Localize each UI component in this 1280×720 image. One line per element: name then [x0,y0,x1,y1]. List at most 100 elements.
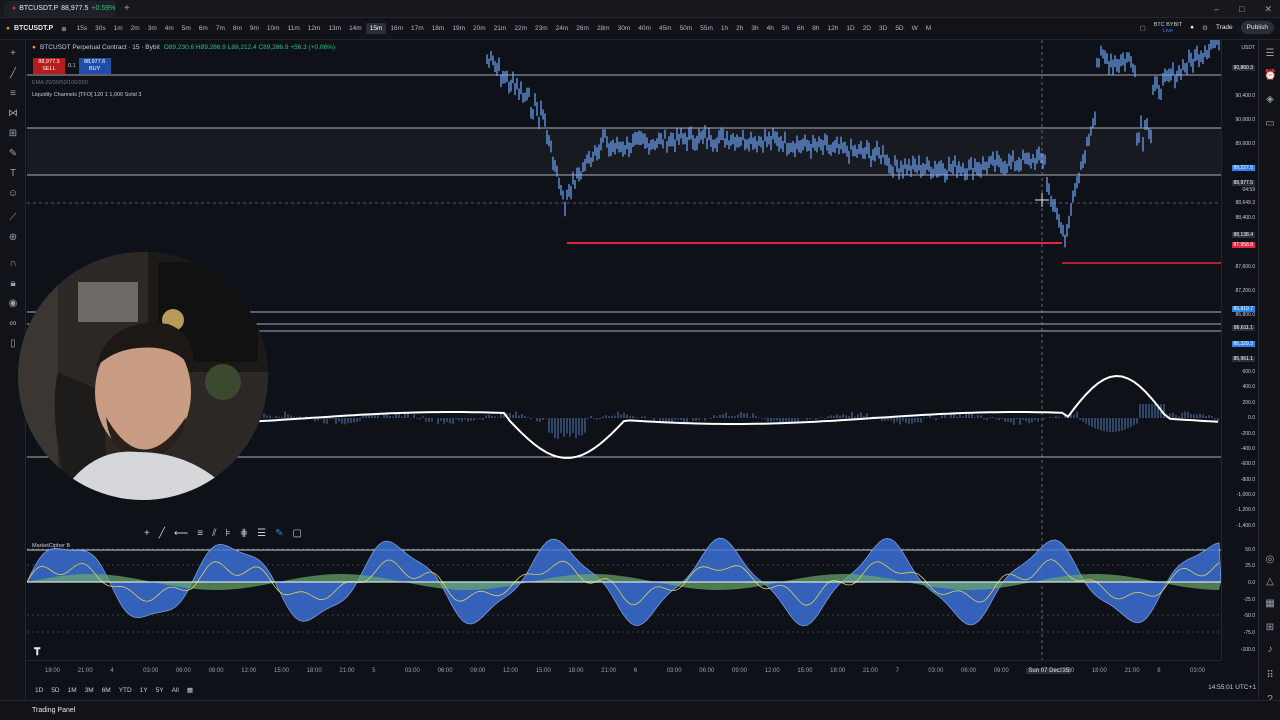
link-icon[interactable]: ∞ [7,318,19,330]
timeframe-3D[interactable]: 3D [875,23,891,34]
account-icon[interactable]: ● [1190,24,1194,31]
timeframe-8h[interactable]: 8h [808,23,823,34]
line-tool-icon[interactable]: ╱ [159,528,165,539]
trade-button[interactable]: Trade [1216,24,1233,31]
timeframe-50m[interactable]: 50m [676,23,697,34]
chat-icon[interactable]: ▭ [1264,118,1276,130]
range-1D[interactable]: 1D [35,687,43,694]
timeframe-5h[interactable]: 5h [778,23,793,34]
timeframe-2h[interactable]: 2h [732,23,747,34]
timeframe-22m[interactable]: 22m [510,23,531,34]
trash-icon[interactable]: ▯ [7,338,19,350]
currency-label[interactable]: USDT [1241,45,1255,51]
indicator-mcb[interactable]: MarketCipher B [32,543,70,549]
timeframe-17m[interactable]: 17m [407,23,428,34]
timeframe-45m[interactable]: 45m [655,23,676,34]
timeframe-1h[interactable]: 1h [717,23,732,34]
watchlist-icon[interactable]: ☰ [1264,48,1276,60]
maximize-button[interactable]: □ [1239,0,1244,18]
timeframe-2m[interactable]: 2m [127,23,144,34]
timeframe-4h[interactable]: 4h [763,23,778,34]
crosshair-icon[interactable]: + [7,48,19,60]
timeframe-28m[interactable]: 28m [593,23,614,34]
timeframe-4m[interactable]: 4m [161,23,178,34]
zoom-icon[interactable]: ⊕ [7,232,19,244]
new-tab-icon[interactable]: + [124,3,130,14]
gann-tool-icon[interactable]: ⋕ [240,528,248,539]
timeframe-6h[interactable]: 6h [793,23,808,34]
range-5D[interactable]: 5D [51,687,59,694]
timeframe-18m[interactable]: 18m [428,23,449,34]
timeframe-12m[interactable]: 12m [304,23,325,34]
timeframe-6m[interactable]: 6m [195,23,212,34]
range-1Y[interactable]: 1Y [140,687,148,694]
range-6M[interactable]: 6M [102,687,111,694]
timeframe-8m[interactable]: 8m [229,23,246,34]
timeframe-23m[interactable]: 23m [531,23,552,34]
timeframe-5m[interactable]: 5m [178,23,195,34]
layers-icon[interactable]: ◈ [1264,94,1276,106]
timeframe-14m[interactable]: 14m [345,23,366,34]
range-3M[interactable]: 3M [85,687,94,694]
timeframe-15s[interactable]: 15s [73,23,91,34]
publish-button[interactable]: Publish [1240,21,1274,34]
grid-icon[interactable]: ⊞ [1264,622,1276,634]
indicator-ema[interactable]: EMA 20/30/50/100/200 [32,80,88,86]
timeframe-M[interactable]: M [922,23,935,34]
tradingview-logo-icon[interactable]: 𝐓 [34,647,40,658]
date-range-icon[interactable]: ▦ [187,686,193,694]
range-5Y[interactable]: 5Y [156,687,164,694]
trading-panel[interactable]: Trading Panel [0,700,1280,720]
cross-tool-icon[interactable]: + [144,528,150,539]
triangle-icon[interactable]: △ [1264,576,1276,588]
timeframe-16m[interactable]: 16m [386,23,407,34]
timeframe-10m[interactable]: 10m [263,23,284,34]
sell-button[interactable]: 88,977.5 SELL [33,58,65,74]
minimize-button[interactable]: – [1214,0,1219,18]
pattern-icon[interactable]: ⋈ [7,108,19,120]
timeframe-2D[interactable]: 2D [859,23,875,34]
pattern-tool-icon[interactable]: ☰ [257,528,266,539]
price-scale[interactable]: 90,860.3 90,400.0 90,000.0 89,600.0 89,227.5… [1221,40,1258,660]
timeframe-15m[interactable]: 15m [365,23,387,34]
exchange-selector[interactable]: BTC BYBIT Live [1154,22,1182,34]
eye-icon[interactable]: ◉ [7,298,19,310]
alerts-icon[interactable]: ⏰ [1264,70,1276,82]
time-axis[interactable]: 18:00 21:00 4 03:00 06:00 09:00 12:00 15:00 18:0… [27,660,1221,680]
timeframe-19m[interactable]: 19m [448,23,469,34]
indicator-liquidity[interactable]: Liquidity Channels [TFO] 120 1 1,000 Sol… [32,92,141,98]
text-icon[interactable]: T [7,168,19,180]
timeframe-11m[interactable]: 11m [284,23,304,34]
timeframe-3m[interactable]: 3m [144,23,161,34]
timeframe-12h[interactable]: 12h [824,23,843,34]
timeframe-55m[interactable]: 55m [696,23,717,34]
emoji-icon[interactable]: ☺ [7,188,19,200]
browser-tab[interactable]: ● BTCUSDT.P 88,977.5 +0.59% ✕ [4,0,116,17]
timeframe-1m[interactable]: 1m [110,23,127,34]
timeframe-7m[interactable]: 7m [212,23,229,34]
trendline-icon[interactable]: ╱ [7,68,19,80]
add-symbol-icon[interactable]: ⊕ [61,25,66,33]
timeframe-30s[interactable]: 30s [91,23,109,34]
ruler-icon[interactable]: ⟋ [7,212,19,224]
ray-tool-icon[interactable]: ⟵ [174,528,188,539]
projection-icon[interactable]: ⊞ [7,128,19,140]
calendar-icon[interactable]: ▦ [1264,598,1276,610]
brush-tool-icon[interactable]: ✎ [275,528,283,539]
timeframe-26m[interactable]: 26m [572,23,593,34]
symbol-search[interactable]: ● BTCUSDT.P ⊕ [0,18,73,40]
fib-icon[interactable]: ≡ [7,88,19,100]
timeframe-13m[interactable]: 13m [324,23,345,34]
lock-icon[interactable]: 🔒︎ [7,278,19,290]
timeframe-W[interactable]: W [908,23,922,34]
rect-tool-icon[interactable]: ▢ [293,528,302,539]
timeframe-5D[interactable]: 5D [891,23,907,34]
clock[interactable]: 14:55:01 UTC+1 [1208,684,1256,691]
close-button[interactable]: ✕ [1264,0,1272,18]
target-icon[interactable]: ◎ [1264,554,1276,566]
fib-tool-icon[interactable]: ⊧ [226,528,231,539]
apps-icon[interactable]: ⠿ [1264,670,1276,682]
settings-icon[interactable]: ⚙ [1202,24,1208,32]
timeframe-3h[interactable]: 3h [747,23,762,34]
brush-icon[interactable]: ✎ [7,148,19,160]
